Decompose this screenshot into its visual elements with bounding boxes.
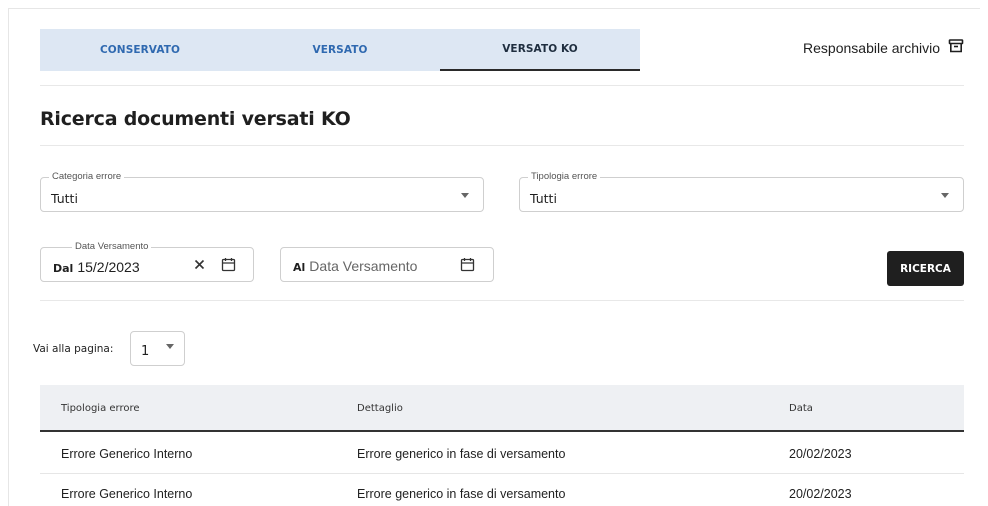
frame-left-border <box>8 8 9 506</box>
filters-divider <box>40 300 964 301</box>
tab-bar: CONSERVATO VERSATO VERSATO KO <box>40 29 640 71</box>
tab-versato-ko[interactable]: VERSATO KO <box>440 29 640 71</box>
title-divider <box>40 145 964 146</box>
data-al-prefix: Al <box>293 261 306 274</box>
archive-icon <box>948 38 964 57</box>
header-divider <box>40 85 964 86</box>
ricerca-button[interactable]: RICERCA <box>887 251 964 286</box>
cell-data: 20/02/2023 <box>789 447 852 461</box>
data-dal-prefix: Dal <box>53 262 74 275</box>
responsabile-archivio-link[interactable]: Responsabile archivio <box>803 38 964 57</box>
table-header: Tipologia errore Dettaglio Data <box>40 385 964 432</box>
tipologia-errore-label: Tipologia errore <box>528 171 601 182</box>
tab-conservato[interactable]: CONSERVATO <box>40 29 240 71</box>
page-jump-value: 1 <box>141 344 150 359</box>
chevron-down-icon <box>166 344 174 349</box>
table-row[interactable]: Errore Generico Interno Errore generico … <box>40 474 964 506</box>
categoria-errore-label: Categoria errore <box>49 171 125 182</box>
chevron-down-icon <box>941 193 949 198</box>
data-dal-value: 15/2/2023 <box>77 259 140 275</box>
responsabile-archivio-label: Responsabile archivio <box>803 39 940 56</box>
page-jump-label: Vai alla pagina: <box>33 343 114 355</box>
calendar-icon[interactable] <box>460 257 475 272</box>
categoria-errore-value: Tutti <box>51 191 78 206</box>
page-title: Ricerca documenti versati KO <box>40 108 351 130</box>
column-header-dettaglio[interactable]: Dettaglio <box>357 403 403 414</box>
chevron-down-icon <box>461 193 469 198</box>
column-header-data[interactable]: Data <box>789 403 813 414</box>
frame-top-border <box>8 8 980 9</box>
cell-tipologia: Errore Generico Interno <box>61 487 193 501</box>
cell-data: 20/02/2023 <box>789 487 852 501</box>
tab-versato[interactable]: VERSATO <box>240 29 440 71</box>
categoria-errore-select[interactable]: Categoria errore Tutti <box>40 171 484 212</box>
clear-icon[interactable] <box>193 258 206 271</box>
calendar-icon[interactable] <box>221 257 236 272</box>
data-dal-field[interactable]: Data Versamento Dal 15/2/2023 <box>40 241 254 282</box>
cell-dettaglio: Errore generico in fase di versamento <box>357 447 566 461</box>
cell-dettaglio: Errore generico in fase di versamento <box>357 487 566 501</box>
tipologia-errore-value: Tutti <box>530 191 557 206</box>
table-row[interactable]: Errore Generico Interno Errore generico … <box>40 434 964 474</box>
page-jump-select[interactable]: 1 <box>130 331 185 366</box>
column-header-tipologia[interactable]: Tipologia errore <box>61 403 140 414</box>
data-al-placeholder: Data Versamento <box>309 258 418 274</box>
tipologia-errore-select[interactable]: Tipologia errore Tutti <box>519 171 964 212</box>
app-frame: CONSERVATO VERSATO VERSATO KO Responsabi… <box>0 0 988 506</box>
data-al-field[interactable]: Al Data Versamento <box>280 247 494 282</box>
cell-tipologia: Errore Generico Interno <box>61 447 193 461</box>
data-dal-label: Data Versamento <box>72 241 152 252</box>
